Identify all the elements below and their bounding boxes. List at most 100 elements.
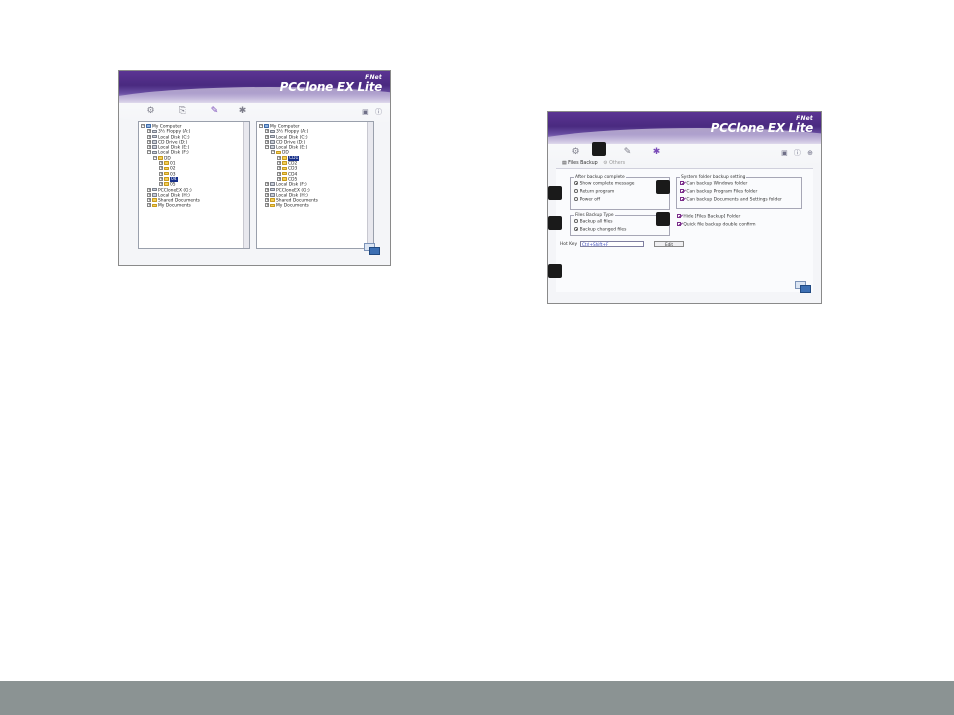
- callout-marker-6: [548, 264, 562, 278]
- radio-return-program[interactable]: Return program: [574, 189, 614, 195]
- drive-icon: [152, 187, 157, 192]
- tab-others[interactable]: ⚙ Others: [603, 161, 625, 166]
- expand-icon[interactable]: +: [265, 203, 269, 208]
- expand-icon[interactable]: +: [265, 134, 269, 139]
- expand-icon[interactable]: +: [265, 139, 269, 144]
- folder-icon: [282, 161, 287, 165]
- expand-icon[interactable]: +: [265, 129, 269, 134]
- product-title: PCClone EX Lite: [279, 80, 383, 94]
- collapse-icon[interactable]: −: [141, 124, 145, 128]
- expand-icon[interactable]: +: [147, 145, 151, 150]
- folder-icon: [152, 203, 157, 208]
- expand-icon[interactable]: +: [147, 129, 151, 134]
- windows-icon[interactable]: [795, 281, 811, 293]
- radio-show-message[interactable]: Show complete message: [574, 181, 634, 187]
- collapse-icon[interactable]: −: [153, 155, 157, 160]
- tree-item[interactable]: + My Documents: [141, 203, 249, 209]
- pcclone-clone-window: FNet PCClone EX Lite ⚙ ⎘ ✎ ✱ ▣ ⓘ − My Com…: [118, 70, 391, 266]
- expand-icon[interactable]: +: [159, 176, 163, 181]
- hotkey-input[interactable]: Ctrl+Shift+F: [580, 241, 644, 247]
- expand-icon[interactable]: +: [147, 203, 151, 208]
- expand-icon[interactable]: +: [277, 171, 281, 176]
- drive-icon: [270, 187, 275, 192]
- radio-power-off[interactable]: Power off: [574, 197, 600, 203]
- folder-icon: [164, 161, 169, 165]
- tree-item[interactable]: + My Documents: [259, 203, 373, 209]
- folder-icon: [282, 171, 287, 176]
- check-documents-settings[interactable]: Can backup Documents and Settings folder: [680, 197, 782, 204]
- drive-icon: [152, 140, 157, 144]
- expand-icon[interactable]: +: [147, 187, 151, 192]
- radio-backup-changed[interactable]: Backup changed files: [574, 227, 626, 233]
- expand-icon[interactable]: +: [277, 155, 281, 160]
- drive-icon: [270, 145, 275, 149]
- expand-icon[interactable]: +: [147, 134, 151, 139]
- settings-content: After backup complete Show complete mess…: [556, 168, 813, 292]
- expand-icon[interactable]: +: [159, 171, 163, 176]
- expand-icon[interactable]: +: [147, 192, 151, 197]
- footer-bar: [0, 681, 954, 715]
- radio-backup-all[interactable]: Backup all files: [574, 219, 613, 225]
- folder-icon: [270, 203, 275, 208]
- expand-icon[interactable]: +: [147, 139, 151, 144]
- drive-icon: [152, 134, 157, 139]
- source-tree-panel[interactable]: − My Computer +3½ Floppy (A:) + Local Disk (…: [138, 121, 250, 249]
- callout-marker-1: [592, 142, 606, 156]
- drive-icon: [270, 129, 275, 134]
- drive-icon: [152, 145, 157, 149]
- callout-marker-2: [548, 186, 562, 200]
- expand-icon[interactable]: +: [265, 198, 269, 203]
- source-tree-scrollbar[interactable]: [243, 122, 249, 248]
- folder-icon: [164, 182, 169, 187]
- drive-icon: [270, 193, 275, 197]
- help-icons[interactable]: ▣ ⓘ ⊕: [781, 148, 815, 158]
- drive-icon: [152, 129, 157, 134]
- settings-icon[interactable]: ✱: [235, 106, 250, 117]
- collapse-icon[interactable]: −: [271, 150, 275, 155]
- target-tree-panel[interactable]: − My Computer +3½ Floppy (A:) + Local Disk (…: [256, 121, 374, 249]
- pcclone-settings-window: FNet PCClone EX Lite ⚙ ✎ ✱ ▣ ⓘ ⊕ ▤ Files…: [547, 111, 822, 304]
- collapse-icon[interactable]: −: [259, 124, 263, 128]
- check-program-files[interactable]: Can backup Program Files folder: [680, 189, 757, 196]
- folder-icon: [158, 155, 163, 160]
- expand-icon[interactable]: +: [277, 161, 281, 166]
- brand-logo: FNet PCClone EX Lite: [711, 115, 814, 135]
- expand-icon[interactable]: +: [159, 161, 163, 166]
- edit-hotkey-button[interactable]: Edit: [654, 241, 684, 247]
- expand-icon[interactable]: +: [265, 187, 269, 192]
- collapse-icon[interactable]: −: [147, 150, 151, 155]
- folder-icon: [164, 171, 169, 176]
- backup-icon[interactable]: ⚙: [568, 147, 583, 158]
- target-tree: − My Computer +3½ Floppy (A:) + Local Disk (…: [257, 122, 373, 209]
- expand-icon[interactable]: +: [265, 182, 269, 187]
- folder-icon: [164, 166, 169, 171]
- expand-icon[interactable]: +: [147, 198, 151, 203]
- settings-icon[interactable]: ✱: [649, 147, 664, 158]
- brand-logo: FNet PCClone EX Lite: [279, 74, 383, 94]
- target-tree-scrollbar[interactable]: [367, 122, 373, 248]
- pc-icon: [264, 124, 269, 128]
- tree-item-label: My Documents: [276, 203, 309, 209]
- help-icons[interactable]: ▣ ⓘ: [362, 107, 384, 117]
- expand-icon[interactable]: +: [159, 182, 163, 187]
- folder-icon: [282, 166, 287, 171]
- expand-icon[interactable]: +: [277, 166, 281, 171]
- app-banner: FNet PCClone EX Lite: [119, 71, 390, 127]
- check-quick-confirm[interactable]: Quick file backup double confirm: [677, 222, 756, 229]
- drive-icon: [270, 140, 275, 144]
- expand-icon[interactable]: +: [265, 192, 269, 197]
- folder-icon: [276, 150, 281, 155]
- check-hide-folder[interactable]: Hide [Files Backup] Folder: [677, 214, 740, 221]
- expand-icon[interactable]: +: [159, 166, 163, 171]
- backup-icon[interactable]: ⚙: [143, 106, 158, 117]
- restore-icon[interactable]: ✎: [207, 106, 222, 117]
- clone-icon[interactable]: ⎘: [175, 106, 190, 117]
- restore-icon[interactable]: ✎: [620, 147, 635, 158]
- collapse-icon[interactable]: −: [265, 145, 269, 150]
- main-toolbar: ⚙ ✎ ✱ ▣ ⓘ ⊕: [548, 145, 821, 157]
- check-windows-folder[interactable]: Can backup Windows folder: [680, 181, 747, 188]
- main-toolbar: ⚙ ⎘ ✎ ✱ ▣ ⓘ: [119, 104, 390, 118]
- tab-files-backup[interactable]: ▤ Files Backup: [562, 161, 598, 166]
- expand-icon[interactable]: +: [277, 176, 281, 181]
- windows-icon[interactable]: [364, 243, 380, 255]
